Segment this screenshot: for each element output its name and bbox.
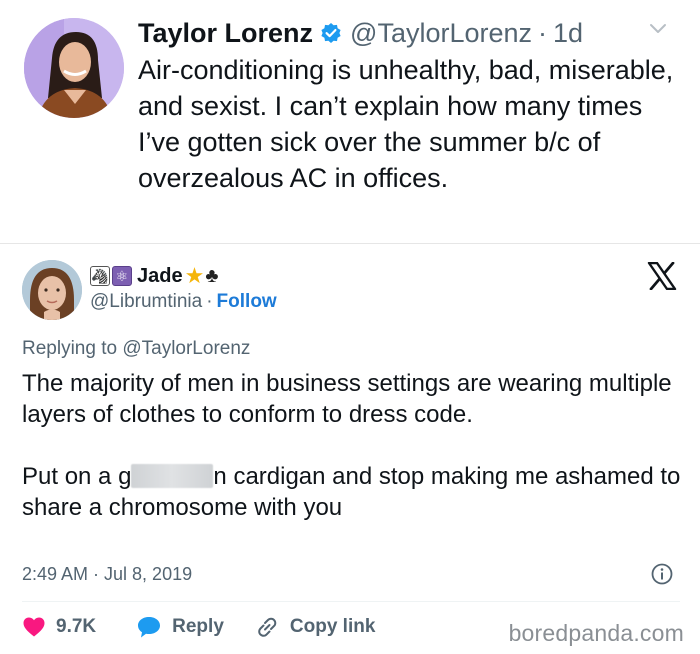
reply-tweet-card: 🦓 ⚛ Jade ★ ♣ @Librumtinia · Follow Replyin…	[0, 244, 700, 654]
reply-bubble-icon	[138, 617, 161, 638]
original-tweet: Taylor Lorenz @TaylorLorenz · 1d Air-con…	[0, 0, 700, 243]
tweet-timestamp[interactable]: 2:49 AM · Jul 8, 2019	[22, 564, 192, 585]
avatar-photo-icon	[22, 260, 82, 320]
reply-label: Reply	[172, 616, 224, 637]
reply-author-name[interactable]: Jade	[137, 265, 183, 288]
author-handle[interactable]: @TaylorLorenz	[350, 18, 532, 49]
original-tweet-text: Air-conditioning is unhealthy, bad, mise…	[138, 55, 674, 193]
actions-divider	[22, 601, 680, 602]
x-logo-icon[interactable]	[647, 261, 677, 295]
reply-paragraph-1: The majority of men in business settings…	[22, 370, 672, 428]
replying-to-label: Replying to @TaylorLorenz	[22, 338, 251, 359]
follow-button[interactable]: Follow	[217, 291, 277, 312]
reply-paragraph-2-start: Put on a g	[22, 463, 132, 490]
link-chain-icon	[258, 617, 277, 637]
like-button[interactable]: 9.7K	[22, 616, 96, 638]
reply-handle-row: @Librumtinia · Follow	[90, 291, 277, 313]
zebra-emoji-icon: 🦓	[90, 266, 110, 286]
boredpanda-watermark: boredpanda.com	[508, 620, 684, 646]
reply-tweet-text: The majority of men in business settings…	[22, 368, 682, 523]
taylor-avatar[interactable]	[24, 18, 124, 118]
info-icon[interactable]	[651, 563, 673, 590]
avatar-photo-icon	[24, 18, 124, 118]
tweet-actions-bar: 9.7K Reply Copy link	[22, 610, 375, 644]
copy-link-button[interactable]: Copy link	[254, 615, 376, 639]
author-name[interactable]: Taylor Lorenz	[138, 18, 313, 49]
reply-paragraph-2: Put on a gn cardigan and stop making me …	[22, 461, 682, 523]
jade-avatar[interactable]	[22, 260, 82, 320]
original-tweet-header: Taylor Lorenz @TaylorLorenz · 1d	[138, 14, 583, 52]
heart-icon	[23, 617, 45, 637]
like-count: 9.7K	[56, 616, 97, 637]
reply-author-name-row: 🦓 ⚛ Jade ★ ♣	[90, 262, 218, 290]
copy-link-label: Copy link	[289, 616, 376, 637]
atom-emoji-icon: ⚛	[112, 266, 132, 286]
verified-badge-icon	[320, 22, 342, 44]
star-emoji-icon: ★	[184, 263, 205, 288]
separator-dot: ·	[206, 291, 213, 312]
club-suit-icon: ♣	[205, 264, 219, 287]
redaction-blur	[131, 464, 214, 488]
reply-author-handle[interactable]: @Librumtinia	[90, 291, 202, 312]
reply-button[interactable]: Reply	[136, 615, 224, 639]
more-options-chevron-icon[interactable]	[648, 22, 668, 41]
tweet-age[interactable]: 1d	[553, 18, 583, 49]
separator-dot: ·	[538, 17, 548, 48]
